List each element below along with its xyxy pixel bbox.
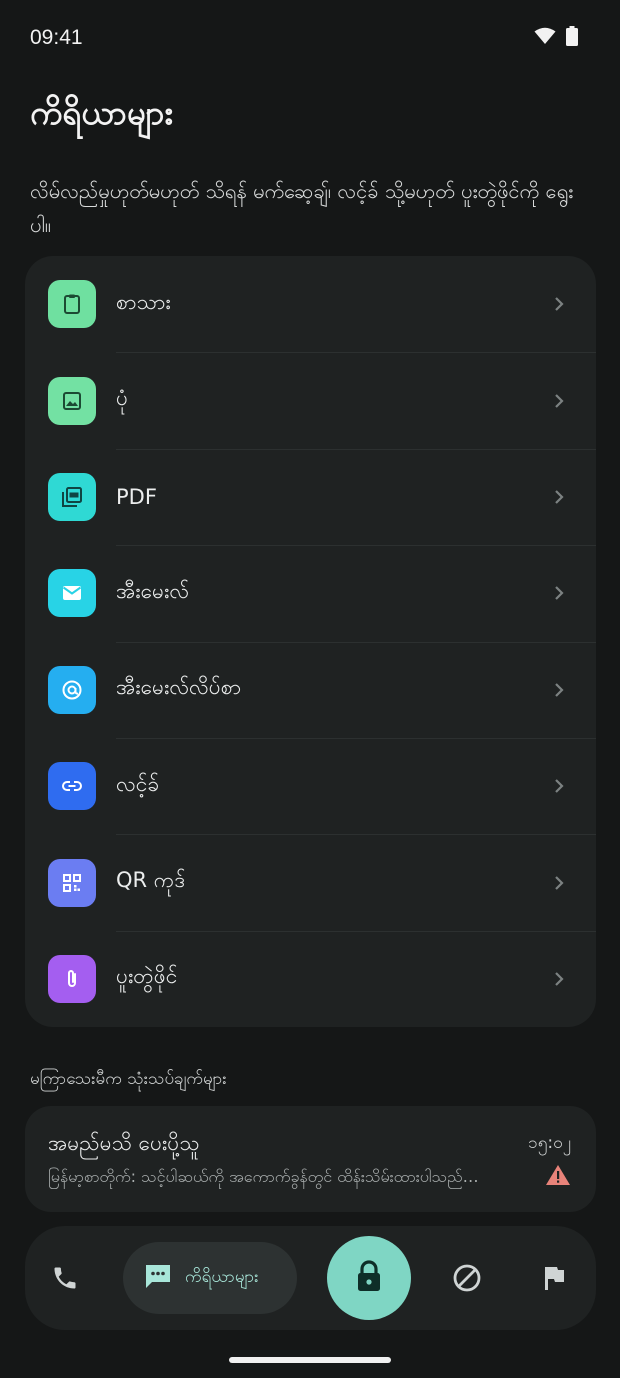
tools-menu: စာသား ပုံ PDF အီးမေးလ် အီးမေးလ်လိပ်စာ လင…: [25, 256, 596, 1027]
page-subtitle: လိမ်လည်မှုဟုတ်မဟုတ် သိရန် မက်ဆေ့ချ်၊ လင့…: [30, 179, 574, 237]
chevron-right-icon: [552, 972, 566, 986]
mail-icon: [48, 569, 96, 618]
pdf-icon: [48, 472, 96, 521]
image-icon: [48, 376, 96, 425]
menu-item-qr-code[interactable]: QR ကုဒ်: [25, 834, 596, 930]
menu-item-label: အီးမေးလ်လိပ်စာ: [116, 675, 242, 700]
menu-item-email-address[interactable]: အီးမေးလ်လိပ်စာ: [25, 641, 596, 738]
lock-icon: [354, 1259, 384, 1297]
clipboard-icon: [48, 280, 96, 329]
wifi-icon: [534, 27, 556, 49]
menu-item-label: စာသား: [116, 289, 171, 314]
recent-item[interactable]: အမည်မသိ ပေးပို့သူ မြန်မာ့စာတိုက်: သင့်ပါ…: [25, 1106, 596, 1212]
chevron-right-icon: [552, 393, 566, 408]
chat-icon: [143, 1262, 173, 1294]
chevron-right-icon: [552, 875, 566, 890]
menu-item-label: QR ကုဒ်: [116, 868, 186, 893]
qr-code-icon: [48, 858, 96, 907]
chevron-right-icon: [552, 586, 566, 601]
warning-icon: [545, 1164, 571, 1190]
chevron-right-icon: [552, 490, 566, 504]
recent-time: ၁၅:၀၂: [528, 1133, 571, 1153]
recent-heading: မကြာသေးမီက သုံးသပ်ချက်များ: [30, 1069, 227, 1089]
menu-item-label: အီးမေးလ်: [116, 578, 190, 603]
block-icon[interactable]: [447, 1260, 487, 1296]
page-title: ကိရိယာများ: [30, 93, 173, 132]
paperclip-icon: [48, 954, 96, 1003]
status-bar: 09:41: [0, 0, 620, 76]
menu-item-label: ပုံ: [116, 386, 128, 411]
at-icon: [48, 665, 96, 714]
tools-tab[interactable]: ကိရိယာများ: [123, 1242, 297, 1314]
lock-button[interactable]: [327, 1236, 411, 1320]
menu-item-link[interactable]: လင့်ခ်: [25, 737, 596, 834]
home-indicator[interactable]: [229, 1357, 391, 1363]
recent-preview: မြန်မာ့စာတိုက်: သင့်ပါဆယ်ကို အကောက်ခွန်တ…: [48, 1167, 479, 1186]
menu-item-pdf[interactable]: PDF: [25, 448, 596, 545]
link-icon: [48, 762, 96, 811]
battery-icon: [566, 26, 578, 50]
menu-item-label: PDF: [116, 484, 157, 509]
menu-item-label: ပူးတွဲဖိုင်: [116, 964, 178, 989]
menu-item-label: လင့်ခ်: [116, 771, 160, 796]
menu-item-text[interactable]: စာသား: [25, 256, 596, 352]
tools-tab-label: ကိရိယာများ: [185, 1266, 259, 1287]
chevron-right-icon: [552, 682, 566, 697]
chevron-right-icon: [552, 779, 566, 793]
flag-icon[interactable]: [534, 1260, 574, 1296]
menu-item-attachment[interactable]: ပူးတွဲဖိုင်: [25, 930, 596, 1027]
status-time: 09:41: [30, 26, 83, 49]
chevron-right-icon: [552, 297, 566, 311]
menu-item-email[interactable]: အီးမေးလ်: [25, 545, 596, 641]
menu-item-image[interactable]: ပုံ: [25, 352, 596, 448]
phone-icon[interactable]: [45, 1260, 85, 1296]
recent-sender: အမည်မသိ ပေးပို့သူ: [48, 1131, 200, 1155]
status-icons: [534, 26, 578, 50]
bottom-nav: ကိရိယာများ: [25, 1226, 596, 1330]
